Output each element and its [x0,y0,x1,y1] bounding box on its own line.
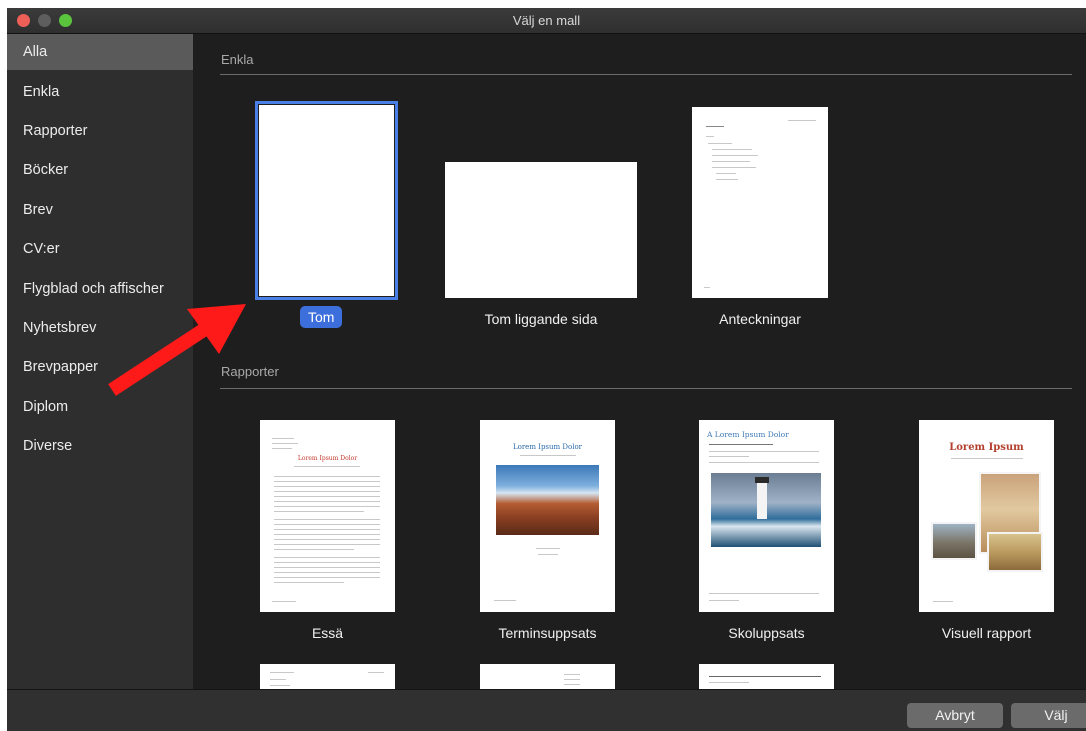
annotation-arrow-icon [108,304,246,396]
